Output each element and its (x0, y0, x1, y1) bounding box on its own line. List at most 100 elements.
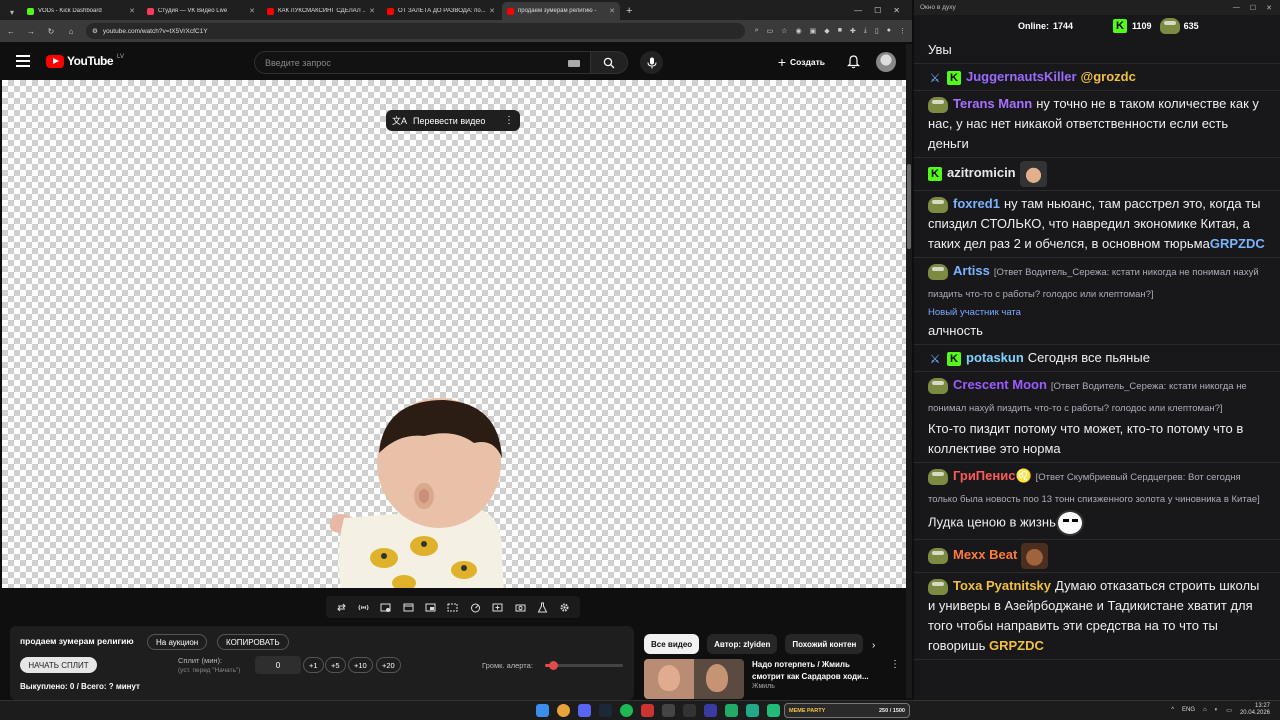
spotify-icon[interactable] (620, 704, 633, 717)
tab-vk-studio[interactable]: Студия — VK Видео Live ✕ (142, 2, 260, 20)
download-icon[interactable]: ⤓ (864, 27, 867, 35)
app-icon[interactable] (683, 704, 696, 717)
chip-all-videos[interactable]: Все видео (644, 634, 700, 654)
auction-button[interactable]: На аукцион (147, 634, 208, 650)
tab-close-icon[interactable]: ✕ (249, 7, 255, 15)
extension-icon[interactable]: ◉ (796, 27, 802, 35)
battery-icon[interactable]: ▭ (1226, 707, 1232, 714)
extension-icon[interactable]: ▣ (810, 27, 817, 35)
app-icon[interactable] (767, 704, 780, 717)
profile-icon[interactable]: ● (887, 27, 891, 35)
chip-similar[interactable]: Похожий контен (785, 634, 864, 654)
url-field[interactable]: ⚙ youtube.com/watch?v=tX5VrXcfC1Y (86, 23, 745, 39)
tab-kick-dashboard[interactable]: VODs - Kick Dashboard ✕ (22, 2, 140, 20)
search-button[interactable] (590, 51, 628, 74)
increment-button[interactable]: +1 (303, 657, 324, 673)
tab-close-icon[interactable]: ✕ (609, 7, 615, 15)
more-options-icon[interactable]: ⋮ (890, 659, 900, 699)
rec-channel-name[interactable]: Жмиль (752, 683, 880, 690)
loop-icon[interactable] (335, 601, 347, 613)
tab-close-icon[interactable]: ✕ (129, 7, 135, 15)
camera-icon[interactable] (514, 601, 526, 613)
tag-mention[interactable]: GRPZDC (1210, 236, 1265, 251)
chat-username[interactable]: Mexx Beat (953, 547, 1017, 562)
keyboard-icon[interactable] (568, 60, 580, 67)
fullscreen-icon[interactable] (447, 601, 459, 613)
alert-volume-slider[interactable] (545, 661, 623, 670)
chat-username[interactable]: Terans Mann (953, 96, 1032, 111)
speed-icon[interactable] (469, 601, 481, 613)
language-indicator[interactable]: ENG (1182, 707, 1195, 713)
volume-icon[interactable]: ◐ (1215, 707, 1219, 713)
chat-username[interactable]: Toxa Pyatnitsky (953, 578, 1051, 593)
maximize-icon[interactable]: ☐ (1250, 4, 1256, 12)
discord-icon[interactable] (578, 704, 591, 717)
tab-search-icon[interactable]: ▾ (4, 4, 20, 20)
rec-video-title[interactable]: Надо потерпеть / Жмиль смотрит как Сарда… (752, 659, 880, 683)
search-input[interactable]: Введите запрос (254, 51, 590, 74)
maximize-icon[interactable]: ☐ (874, 6, 881, 15)
video-player[interactable]: 文A Перевести видео ⋮ (2, 80, 906, 588)
scroll-thumb[interactable] (907, 164, 911, 249)
tag-mention[interactable]: GRPZDC (989, 638, 1044, 653)
app-icon[interactable] (641, 704, 654, 717)
forward-icon[interactable]: → (26, 27, 36, 36)
reload-icon[interactable]: ↻ (46, 27, 56, 36)
sidebar-icon[interactable]: ▯ (875, 27, 879, 35)
chevron-right-icon[interactable]: › (872, 640, 875, 651)
chat-username[interactable]: foxred1 (953, 196, 1000, 211)
tab-youtube-1[interactable]: КАК ЛУКСМАКСИНГ СДЕЛАЛ ... ✕ (262, 2, 380, 20)
mention[interactable]: @grozdc (1081, 69, 1136, 84)
meme-party-widget[interactable]: MEME PARTY 250 / 1500 (784, 703, 910, 718)
increment-button[interactable]: +5 (325, 657, 346, 673)
chat-username[interactable]: JuggernautsKiller (966, 69, 1077, 84)
youtube-logo[interactable]: YouTube LV (46, 54, 124, 68)
chat-username[interactable]: potaskun (966, 350, 1024, 365)
hamburger-menu-icon[interactable] (16, 55, 30, 67)
chevron-up-icon[interactable]: ^ (1171, 707, 1174, 713)
extension-icon[interactable]: ◆ (824, 27, 829, 35)
puzzle-icon[interactable]: ✚ (850, 27, 856, 35)
close-window-icon[interactable]: ✕ (1266, 4, 1272, 12)
cast-icon[interactable]: ▭ (767, 27, 774, 35)
create-button[interactable]: + Создать (772, 51, 831, 73)
network-icon[interactable]: ⌂ (1203, 707, 1207, 713)
more-options-icon[interactable]: ⋮ (504, 115, 514, 126)
new-tab-icon[interactable]: + (626, 2, 632, 20)
copy-button[interactable]: КОПИРОВАТЬ (217, 634, 289, 650)
close-window-icon[interactable]: ✕ (893, 6, 900, 15)
bookmark-star-icon[interactable]: ☆ (781, 27, 787, 35)
chip-author[interactable]: Автор: zlyiden (707, 634, 778, 654)
minimize-icon[interactable]: — (1233, 4, 1240, 12)
picture-settings-icon[interactable] (380, 601, 392, 613)
voice-search-button[interactable] (640, 51, 663, 74)
pip-icon[interactable] (425, 601, 437, 613)
home-icon[interactable]: ⌂ (66, 27, 76, 36)
chat-username[interactable]: ГриПенис♌ (953, 468, 1032, 483)
start-split-button[interactable]: НАЧАТЬ СПЛИТ (20, 657, 97, 673)
tab-youtube-2[interactable]: ОТ ЗАЛЕТА ДО РАЗВОДА: по... ✕ (382, 2, 500, 20)
split-minutes-input[interactable]: 0 (255, 656, 301, 674)
start-icon[interactable] (536, 704, 549, 717)
app-icon[interactable] (746, 704, 759, 717)
chrome-icon[interactable] (557, 704, 570, 717)
increment-button[interactable]: +10 (348, 657, 373, 673)
gear-icon[interactable] (559, 601, 571, 613)
app-icon[interactable] (725, 704, 738, 717)
steam-icon[interactable] (599, 704, 612, 717)
menu-dots-icon[interactable]: ⋮ (899, 27, 906, 35)
tab-close-icon[interactable]: ✕ (489, 7, 495, 15)
chat-username[interactable]: Artiss (953, 263, 990, 278)
extension-icon[interactable]: ■ (838, 27, 842, 35)
tab-youtube-active[interactable]: продаем зумерам религию - ✕ (502, 2, 620, 20)
translate-video-chip[interactable]: 文A Перевести видео ⋮ (386, 110, 520, 131)
zoom-icon[interactable]: ⌕ (755, 27, 759, 35)
site-info-icon[interactable]: ⚙ (92, 27, 98, 35)
chat-username[interactable]: azitromicin (947, 165, 1016, 180)
audio-wave-icon[interactable] (358, 601, 370, 613)
chat-username[interactable]: Crescent Moon (953, 377, 1047, 392)
video-thumbnail[interactable] (644, 659, 744, 699)
slider-knob[interactable] (548, 661, 558, 670)
app-icon[interactable] (704, 704, 717, 717)
recommended-video[interactable]: Надо потерпеть / Жмиль смотрит как Сарда… (644, 659, 906, 699)
